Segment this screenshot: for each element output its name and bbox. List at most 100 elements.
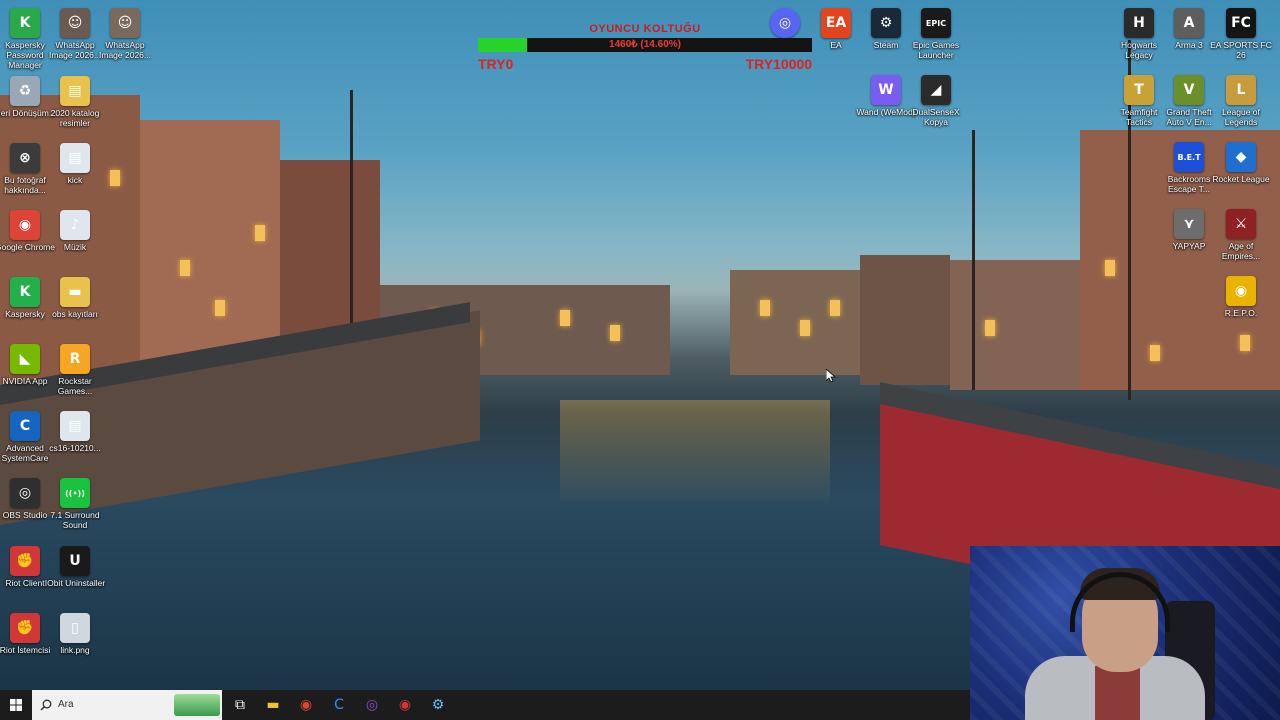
rockstar-games-icon: R — [60, 344, 90, 374]
desktop-icon-obs-kay-tlar[interactable]: ▬ obs kayıtları — [44, 274, 106, 319]
desktop-icon-age-of-empires[interactable]: ⚔ Age of Empires... — [1210, 206, 1272, 261]
2020-katalog-resimler-icon: ▤ — [60, 76, 90, 106]
ea-sports-fc-26-icon: FC — [1226, 8, 1256, 38]
riot-i-stemcisi-icon: ✊ — [10, 613, 40, 643]
taskbar-steam-button[interactable]: ⚙ — [422, 690, 454, 720]
desktop-icon-2020-katalog-resimler[interactable]: ▤ 2020 katalog resimler — [44, 73, 106, 128]
7-1-surround-sound-icon: ((•)) — [60, 478, 90, 508]
goal-min-label: TRY0 — [478, 56, 514, 72]
webcam-overlay — [970, 546, 1280, 720]
taskbar-obs-button[interactable]: ◎ — [356, 690, 388, 720]
search-highlight-image — [174, 694, 220, 716]
taskbar-riot-client-button[interactable]: ◉ — [389, 690, 421, 720]
steam-icon: ⚙ — [871, 8, 901, 38]
r-e-p-o-icon: ◉ — [1226, 276, 1256, 306]
desktop-icon-r-e-p-o[interactable]: ◉ R.E.P.O. — [1210, 273, 1272, 318]
google-chrome-icon: ◉ — [10, 210, 40, 240]
arma-3-icon: A — [1174, 8, 1204, 38]
desktop-icon-whatsapp-image-2026[interactable]: ☺ WhatsApp Image 2026... — [94, 5, 156, 60]
desktop-icon-league-of-legends[interactable]: L League of Legends — [1210, 72, 1272, 127]
bu-foto-raf-hakk-nda-icon: ⊗ — [10, 143, 40, 173]
goal-title: OYUNCU KOLTUĞU — [589, 23, 701, 35]
desktop-icon-epic-games-launcher[interactable]: EPIC Epic Games Launcher — [905, 5, 967, 60]
obs-icon: ◎ — [365, 697, 379, 713]
geri-d-n-m-icon: ♻ — [10, 76, 40, 106]
task-view-icon: ⧉ — [235, 697, 245, 713]
right-building-2 — [950, 260, 1080, 390]
desktop-icon-cs16-10210[interactable]: ▤ cs16-10210... — [44, 408, 106, 453]
desktop-icon-label: obs kayıtları — [52, 309, 98, 319]
desktop-icon-label: EA SPORTS FC 26 — [1210, 40, 1272, 60]
taskbar-chrome-button[interactable]: ◉ — [290, 690, 322, 720]
riot-client-icon: ✊ — [10, 546, 40, 576]
desktop-icon-iobit-uninstaller[interactable]: U IObit Uninstaller — [44, 543, 106, 588]
epic-games-launcher-icon: EPIC — [921, 8, 951, 38]
file-explorer-icon: ▬ — [266, 697, 280, 713]
desktop-icon-label: DualSenseX Kopya — [912, 107, 960, 127]
advanced-systemcare-icon: C — [10, 411, 40, 441]
advanced-systemcare-icon: C — [334, 697, 344, 713]
goal-amount: 1460₺ (14.60%) — [609, 39, 681, 50]
water-reflection — [560, 400, 830, 510]
riot-client-icon: ◉ — [398, 697, 412, 713]
desktop-icon-kick[interactable]: ▤ kick — [44, 140, 106, 185]
taskbar-task-view-button[interactable]: ⧉ — [224, 690, 256, 720]
desktop-icon-label: R.E.P.O. — [1224, 308, 1258, 318]
goal-max-label: TRY10000 — [745, 56, 812, 72]
desktop-icon-label: kick — [67, 175, 83, 185]
desktop-icon-label: Müzik — [63, 242, 87, 252]
cs16-10210-icon: ▤ — [60, 411, 90, 441]
whatsapp-image-2026-icon: ☺ — [60, 8, 90, 38]
donation-goal-widget: OYUNCU KOLTUĞU 1460₺ (14.60%) TRY0 TRY10… — [478, 20, 812, 76]
yapyap-icon: ⋎ — [1174, 209, 1204, 239]
desktop-icon-label: Epic Games Launcher — [912, 40, 960, 60]
desktop-icon-label: link.png — [60, 645, 90, 655]
obs-kay-tlar-icon: ▬ — [60, 277, 90, 307]
desktop-icon-rocket-league[interactable]: ◆ Rocket League — [1210, 139, 1272, 184]
desktop-icon-m-zik[interactable]: ♪ Müzik — [44, 207, 106, 252]
kick-icon: ▤ — [60, 143, 90, 173]
desktop-icon-label: 7.1 Surround Sound — [50, 510, 100, 530]
desktop-icon-ea-sports-fc-26[interactable]: FC EA SPORTS FC 26 — [1210, 5, 1272, 60]
desktop-icon-label: Rocket League — [1212, 174, 1270, 184]
chrome-icon: ◉ — [299, 697, 313, 713]
obs-studio-icon: ◎ — [10, 478, 40, 508]
desktop-icon-dualsensex-kopya[interactable]: ◢ DualSenseX Kopya — [905, 72, 967, 127]
desktop-icon-rockstar-games[interactable]: R Rockstar Games... — [44, 341, 106, 396]
goal-progress-bar: 1460₺ (14.60%) — [478, 38, 812, 52]
streamer-shirt — [1095, 666, 1140, 720]
taskbar-search-box[interactable]: Ara — [32, 690, 222, 720]
desktop-icon-label: Rockstar Games... — [57, 376, 93, 396]
start-button[interactable] — [0, 690, 32, 720]
league-of-legends-icon: L — [1226, 75, 1256, 105]
taskbar-file-explorer-button[interactable]: ▬ — [257, 690, 289, 720]
windows-logo-icon — [10, 699, 22, 711]
backrooms-escape-t-icon: B.E.T — [1174, 142, 1204, 172]
right-building-1 — [860, 255, 950, 385]
desktop-icon-label: League of Legends — [1222, 107, 1260, 127]
desktop-icon-label: Age of Empires... — [1221, 241, 1261, 261]
hogwarts-legacy-icon: H — [1124, 8, 1154, 38]
taskbar-advanced-systemcare-button[interactable]: C — [323, 690, 355, 720]
age-of-empires-icon: ⚔ — [1226, 209, 1256, 239]
grand-theft-auto-v-en-icon: V — [1174, 75, 1204, 105]
desktop-icon-label: 2020 katalog resimler — [50, 108, 100, 128]
desktop-icon-label: cs16-10210... — [49, 443, 101, 453]
desktop-icon-link-png[interactable]: ▯ link.png — [44, 610, 106, 655]
rocket-league-icon: ◆ — [1226, 142, 1256, 172]
m-zik-icon: ♪ — [60, 210, 90, 240]
desktop-icon-7-1-surround-sound[interactable]: ((•)) 7.1 Surround Sound — [44, 475, 106, 530]
steam-icon: ⚙ — [431, 697, 445, 713]
desktop-icon-label: IObit Uninstaller — [44, 578, 106, 588]
ea-icon: EA — [821, 8, 851, 38]
link-png-icon: ▯ — [60, 613, 90, 643]
taskbar: Ara ⧉ ▬ ◉ C ◎ ◉ ⚙ — [0, 690, 970, 720]
desktop-icon-label: WhatsApp Image 2026... — [99, 40, 151, 60]
iobit-uninstaller-icon: U — [60, 546, 90, 576]
search-icon — [40, 699, 52, 711]
whatsapp-image-2026-icon: ☺ — [110, 8, 140, 38]
dualsensex-kopya-icon: ◢ — [921, 75, 951, 105]
mouse-cursor-icon — [826, 369, 836, 383]
wand-wemod-icon: W — [871, 75, 901, 105]
teamfight-tactics-icon: T — [1124, 75, 1154, 105]
